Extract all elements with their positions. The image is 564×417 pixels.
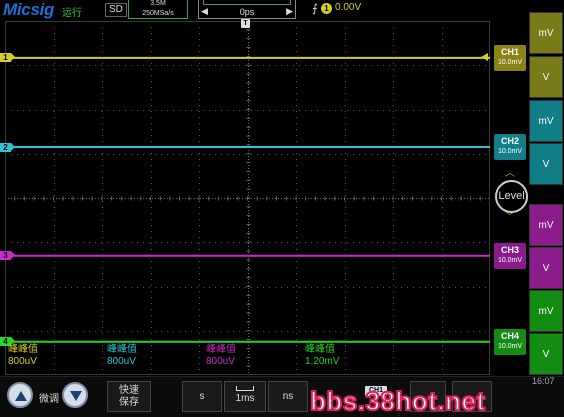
ch1-unit-mv-button[interactable]: mV: [529, 12, 563, 54]
horizontal-position-value: 0ps: [239, 7, 255, 17]
ch2-ground-marker[interactable]: 2: [0, 142, 15, 152]
ch3-scale: 10.0mV: [497, 256, 523, 264]
fine-adjust-label: 微调: [39, 394, 59, 405]
measurement-value: 1.20mV: [305, 356, 340, 367]
trigger-level-marker[interactable]: [481, 53, 488, 62]
level-up-icon[interactable]: ︿: [505, 164, 515, 179]
ch1-ground-marker[interactable]: 1: [0, 53, 15, 63]
ch3-unit-mv-button[interactable]: mV: [529, 204, 563, 246]
timebase-unit-s-button[interactable]: s: [182, 381, 222, 412]
ch2-label[interactable]: CH2 10.0mV: [494, 134, 526, 161]
memory-position-bar: [203, 0, 291, 5]
measurement-name: 峰峰值: [206, 344, 236, 355]
timebase-value: 1ms: [235, 393, 255, 404]
ch1-name: CH1: [500, 46, 519, 57]
ch2-scale: 10.0mV: [497, 148, 523, 156]
system-clock: 16:07: [532, 376, 555, 386]
fast-save-line2: 保存: [119, 397, 139, 408]
ch1-unit-v-button[interactable]: V: [529, 56, 563, 98]
ch4-name: CH4: [500, 330, 519, 341]
run-state-button[interactable]: 运行: [62, 4, 82, 19]
measurement-value: 800uV: [8, 356, 37, 367]
arrow-up-icon: [15, 391, 27, 401]
rising-edge-icon[interactable]: ⨍: [312, 2, 318, 15]
ch3-name: CH3: [500, 244, 519, 255]
measurement-ch3[interactable]: 峰峰值 800uV: [206, 344, 236, 368]
arrow-down-icon: [70, 391, 82, 401]
measurement-ch4[interactable]: 峰峰值 1.20mV: [305, 344, 339, 368]
fine-up-button[interactable]: [7, 382, 33, 408]
timebase-unit-ns-button[interactable]: ns: [268, 381, 308, 412]
ch3-label[interactable]: CH3 10.0mV: [494, 242, 526, 269]
ch1-scale: 10.0mV: [497, 58, 523, 66]
sample-rate: 250MSa/s: [142, 10, 174, 17]
acquisition-info[interactable]: 3.5M 250MSa/s: [128, 0, 188, 19]
status-bar: Micsig 运行 SD 3.5M 250MSa/s ◀ 0ps ▶ ⨍ 1 0…: [0, 0, 500, 20]
ch2-unit-v-button[interactable]: V: [529, 143, 563, 185]
level-down-icon[interactable]: ﹀: [505, 208, 515, 223]
measurement-name: 峰峰值: [107, 344, 137, 355]
trigger-position-marker[interactable]: T: [241, 19, 250, 28]
horizontal-position-control[interactable]: ◀ 0ps ▶: [198, 0, 296, 19]
scroll-right-button[interactable]: ▶: [286, 6, 293, 17]
measurement-value: 800uV: [107, 356, 136, 367]
ch4-scale: 10.0mV: [497, 342, 523, 350]
watermark-text: bbs.38hot.net: [309, 385, 486, 417]
waveform-graticule[interactable]: [5, 21, 490, 375]
fast-save-line1: 快速: [119, 385, 139, 396]
measurement-ch2[interactable]: 峰峰值 800uV: [107, 344, 137, 368]
measurement-name: 峰峰值: [305, 344, 335, 355]
trigger-level-value[interactable]: 0.00V: [335, 2, 361, 13]
brand-logo: Micsig: [3, 0, 55, 19]
ch3-ground-marker[interactable]: 3: [0, 251, 15, 261]
fast-save-button[interactable]: 快速 保存: [107, 381, 151, 412]
measurement-name: 峰峰值: [8, 344, 38, 355]
timebase-ruler-icon: [236, 386, 254, 391]
fine-down-button[interactable]: [62, 382, 88, 408]
sd-card-indicator: SD: [105, 3, 127, 17]
measurement-value: 800uV: [206, 356, 235, 367]
ch1-label[interactable]: CH1 10.0mV: [494, 44, 526, 71]
ch2-unit-mv-button[interactable]: mV: [529, 100, 563, 142]
ch4-label[interactable]: CH4 10.0mV: [494, 328, 526, 355]
timebase-value-button[interactable]: 1ms: [224, 381, 266, 412]
ch4-unit-v-button[interactable]: V: [529, 333, 563, 375]
ch3-unit-v-button[interactable]: V: [529, 247, 563, 289]
ch4-unit-mv-button[interactable]: mV: [529, 290, 563, 332]
trigger-source-badge[interactable]: 1: [321, 3, 332, 14]
memory-depth: 3.5M: [150, 0, 166, 7]
measurement-ch1[interactable]: 峰峰值 800uV: [8, 344, 38, 368]
ch2-name: CH2: [500, 136, 519, 147]
